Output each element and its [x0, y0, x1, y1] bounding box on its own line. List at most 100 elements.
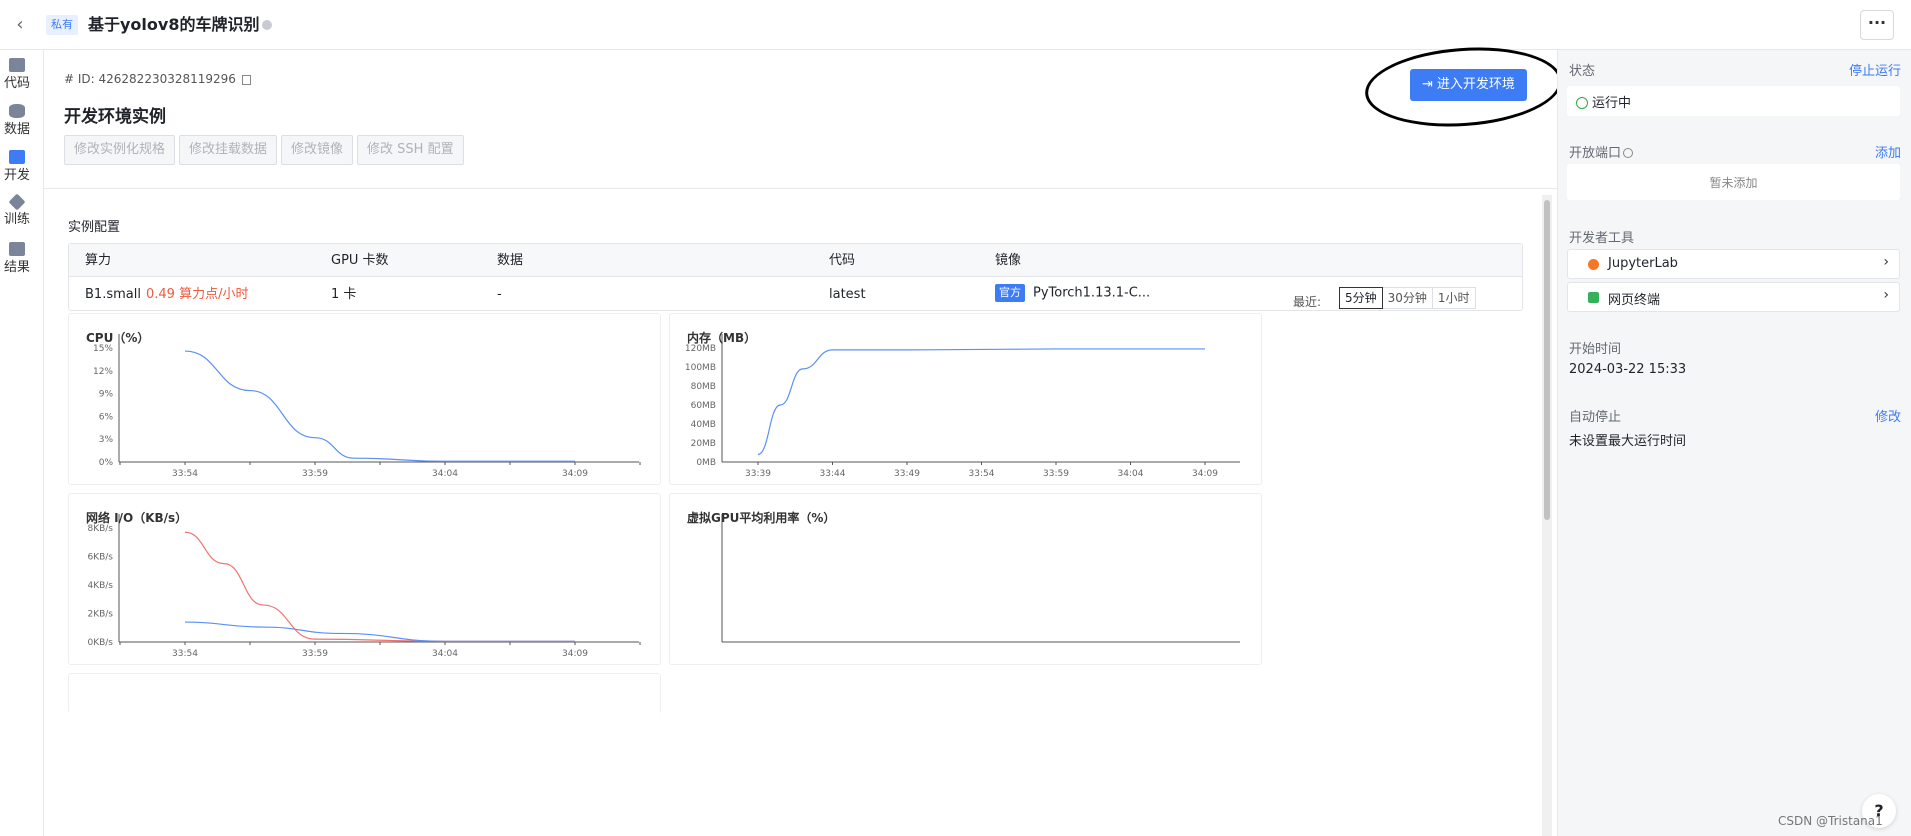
status-box: 运行中	[1567, 86, 1900, 116]
y-tick-label: 40MB	[691, 420, 716, 430]
y-tick-label: 0%	[99, 458, 114, 468]
scrollbar-thumb[interactable]	[1544, 200, 1550, 520]
top-bar: ‹ 私有 基于yolov8的车牌识别 ···	[0, 0, 1911, 50]
main-content: # ID: 426282230328119296 开发环境实例 修改实例化规格 …	[44, 41, 1565, 836]
range-30min[interactable]: 30分钟	[1381, 287, 1433, 309]
y-tick-label: 60MB	[691, 401, 716, 411]
chevron-right-icon: ›	[1883, 254, 1889, 270]
start-time-label: 开始时间	[1569, 342, 1622, 357]
x-tick-label: 33:59	[302, 649, 328, 659]
edit-ssh-button[interactable]: 修改 SSH 配置	[357, 135, 464, 165]
status-label: 状态	[1569, 64, 1596, 79]
image-name: PyTorch1.13.1-C...	[1033, 285, 1151, 301]
memory-chart: 0MB20MB40MB60MB80MB100MB120MB33:39 33:44 3…	[685, 334, 1240, 479]
train-icon	[8, 193, 26, 211]
y-tick-label: 80MB	[691, 382, 716, 392]
memory-chart-title: 内存（MB）	[687, 331, 757, 345]
gpu-value: 1 卡	[331, 287, 357, 302]
x-tick-label: 33:54	[172, 649, 198, 659]
more-options-button[interactable]: ···	[1860, 10, 1894, 40]
config-section-title: 实例配置	[68, 220, 121, 235]
header-data: 数据	[497, 253, 524, 268]
edit-spec-button[interactable]: 修改实例化规格	[64, 135, 176, 165]
copy-icon[interactable]	[241, 74, 251, 85]
y-tick-label: 20MB	[691, 439, 716, 449]
x-tick-label: 33:49	[894, 469, 920, 479]
range-selector: 5分钟 30分钟 1小时	[1339, 287, 1476, 309]
nav-item-train[interactable]: 训练	[0, 193, 34, 229]
x-tick-label: 33:39	[745, 469, 771, 479]
nav-item-dev[interactable]: 开发	[0, 150, 34, 185]
gpu-chart-panel: 虚拟GPU平均利用率（%）	[669, 493, 1262, 665]
next-chart-panel	[68, 673, 661, 713]
price-value: 0.49 算力点/小时	[146, 287, 249, 302]
terminal-icon	[1588, 292, 1599, 303]
chevron-right-icon: ›	[1883, 287, 1889, 303]
tool-jupyterlab[interactable]: JupyterLab ›	[1567, 249, 1900, 279]
status-text: 运行中	[1592, 96, 1632, 111]
range-label: 最近:	[1293, 295, 1322, 309]
nav-label: 结果	[3, 260, 30, 275]
config-table-header: 算力 GPU 卡数 数据 代码 镜像	[69, 244, 1522, 277]
gpu-chart-title: 虚拟GPU平均利用率（%）	[687, 511, 836, 525]
y-tick-label: 0KB/s	[87, 638, 113, 648]
help-circle-icon[interactable]	[1623, 148, 1634, 158]
cpu-chart-title: CPU（%）	[86, 331, 150, 345]
tool-web-terminal[interactable]: 网页终端 ›	[1567, 282, 1900, 312]
stop-run-link[interactable]: 停止运行	[1849, 60, 1901, 79]
start-time-value: 2024-03-22 15:33	[1569, 362, 1687, 377]
data-value: -	[497, 287, 502, 302]
edit-image-button[interactable]: 修改镜像	[281, 135, 354, 165]
y-tick-label: 6%	[99, 412, 114, 422]
x-tick-label: 34:04	[1118, 469, 1144, 479]
image-value: 官方 PyTorch1.13.1-C...	[995, 284, 1150, 302]
x-tick-label: 34:04	[432, 469, 458, 479]
nav-label: 开发	[3, 168, 30, 183]
instance-title: 开发环境实例	[64, 107, 166, 127]
range-5min[interactable]: 5分钟	[1339, 287, 1383, 309]
autostop-label: 自动停止	[1569, 410, 1622, 425]
y-tick-label: 2KB/s	[87, 610, 113, 620]
ports-label-text: 开放端口	[1569, 146, 1622, 161]
jupyter-icon	[1588, 259, 1599, 270]
network-chart-panel: 网络 I/O（KB/s） 0KB/s 2KB/s 4KB/s 6KB/s 8KB/s 33…	[68, 493, 661, 665]
header-code: 代码	[829, 253, 856, 268]
chevron-left-icon[interactable]: ‹	[10, 14, 30, 36]
nav-item-data[interactable]: 数据	[0, 104, 34, 139]
y-tick-label: 9%	[99, 390, 114, 400]
x-tick-label: 33:59	[1043, 469, 1069, 479]
cpu-chart: 0%3%6%9%12%15%33:54 33:59 34:04 34:09	[93, 334, 641, 479]
network-chart-title: 网络 I/O（KB/s）	[86, 511, 188, 525]
instance-id-text: # ID: 426282230328119296	[64, 72, 236, 86]
right-sidebar: 状态 停止运行 运行中 开放端口 添加 暂未添加 开发者工具 JupyterLa…	[1557, 50, 1911, 836]
database-icon	[9, 104, 25, 118]
instance-header: # ID: 426282230328119296 开发环境实例 修改实例化规格 …	[44, 41, 1565, 189]
y-tick-label: 3%	[99, 435, 114, 445]
visibility-badge: 私有	[46, 15, 78, 35]
compute-value: B1.small	[85, 287, 141, 302]
nav-label: 数据	[3, 122, 30, 137]
x-tick-label: 34:09	[562, 649, 588, 659]
series-line-0	[757, 348, 1205, 455]
autostop-value: 未设置最大运行时间	[1569, 434, 1687, 449]
x-tick-label: 33:44	[820, 469, 846, 479]
watermark: CSDN @Tristana1	[1778, 814, 1883, 828]
running-status-icon	[1576, 97, 1588, 109]
ports-box: 暂未添加	[1567, 164, 1900, 200]
nav-item-code[interactable]: 代码	[0, 58, 34, 93]
x-tick-label: 33:54	[172, 469, 198, 479]
cpu-chart-panel: CPU（%） 0% 3% 6% 9% 12% 15% 33:54 33:59 34:04 34:0…	[68, 313, 661, 485]
info-icon[interactable]	[262, 20, 272, 30]
x-tick-label: 34:09	[562, 469, 588, 479]
y-tick-label: 0MB	[696, 458, 716, 468]
nav-item-results[interactable]: 结果	[0, 242, 34, 277]
autostop-edit-link[interactable]: 修改	[1875, 406, 1901, 425]
edit-mount-button[interactable]: 修改挂载数据	[179, 135, 278, 165]
x-tick-label: 33:59	[302, 469, 328, 479]
y-tick-label: 12%	[93, 367, 113, 377]
project-title: 基于yolov8的车牌识别	[88, 15, 260, 34]
instance-id: # ID: 426282230328119296	[64, 72, 251, 86]
add-port-link[interactable]: 添加	[1875, 142, 1901, 161]
range-1hour[interactable]: 1小时	[1431, 287, 1476, 309]
hand-drawn-circle	[1362, 41, 1565, 133]
